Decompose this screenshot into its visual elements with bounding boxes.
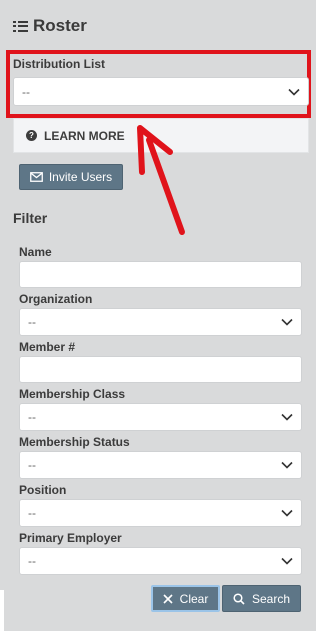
membership-class-select[interactable]: --	[19, 403, 302, 431]
organization-value: --	[28, 315, 36, 329]
name-input[interactable]	[19, 261, 302, 288]
position-select[interactable]: --	[19, 499, 302, 527]
filter-heading: Filter	[13, 210, 48, 226]
question-circle-icon: ?	[26, 130, 37, 141]
envelope-icon	[29, 172, 43, 182]
member-number-input[interactable]	[19, 356, 302, 383]
distribution-list-select[interactable]: --	[13, 77, 309, 106]
position-label: Position	[19, 483, 67, 497]
chevron-down-icon	[281, 413, 293, 421]
invite-users-label: Invite Users	[48, 170, 113, 184]
clear-button[interactable]: Clear	[151, 585, 220, 612]
member-number-label: Member #	[19, 340, 76, 354]
roster-header: Roster	[13, 14, 87, 38]
position-value: --	[28, 506, 36, 520]
primary-employer-label: Primary Employer	[19, 531, 122, 545]
chevron-down-icon	[281, 318, 293, 326]
membership-status-label: Membership Status	[19, 435, 130, 449]
distribution-list-label: Distribution List	[13, 57, 105, 71]
invite-users-button[interactable]: Invite Users	[19, 164, 123, 190]
membership-status-value: --	[28, 458, 36, 472]
primary-employer-select[interactable]: --	[19, 547, 302, 575]
chevron-down-icon	[281, 509, 293, 517]
chevron-down-icon	[281, 461, 293, 469]
search-button[interactable]: Search	[222, 585, 301, 612]
search-icon	[233, 592, 245, 605]
list-icon	[13, 20, 28, 33]
learn-more-link[interactable]: ? LEARN MORE	[13, 118, 309, 153]
primary-employer-value: --	[28, 554, 36, 568]
page-title: Roster	[33, 16, 87, 35]
membership-class-value: --	[28, 410, 36, 424]
membership-class-label: Membership Class	[19, 387, 126, 401]
name-label: Name	[19, 245, 52, 259]
search-label: Search	[251, 591, 291, 606]
organization-select[interactable]: --	[19, 308, 302, 336]
close-icon	[163, 593, 173, 604]
learn-more-label: LEARN MORE	[44, 128, 125, 143]
distribution-list-value: --	[22, 84, 30, 99]
clear-label: Clear	[179, 591, 209, 606]
organization-label: Organization	[19, 292, 93, 306]
chevron-down-icon	[288, 88, 300, 96]
membership-status-select[interactable]: --	[19, 451, 302, 479]
chevron-down-icon	[281, 557, 293, 565]
